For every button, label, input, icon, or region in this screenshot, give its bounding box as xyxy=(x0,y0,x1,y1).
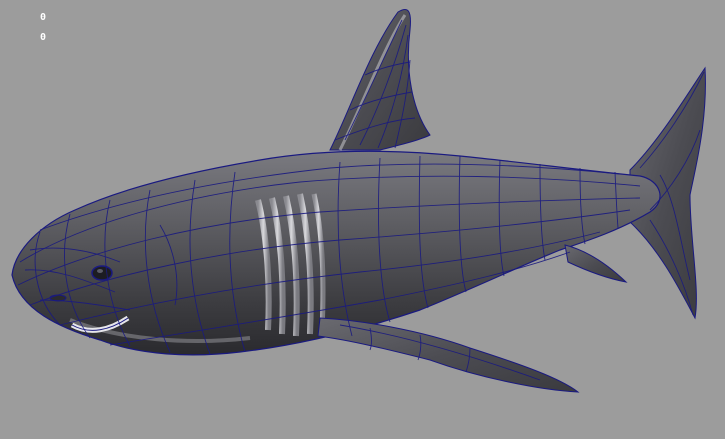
dorsal-fin xyxy=(329,8,431,151)
shark-mesh-icon[interactable] xyxy=(0,0,725,439)
pelvic-fin xyxy=(564,244,628,283)
shark-eye xyxy=(91,265,113,281)
pectoral-fin xyxy=(317,317,580,393)
3d-viewport[interactable]: 0 0 xyxy=(0,0,725,439)
